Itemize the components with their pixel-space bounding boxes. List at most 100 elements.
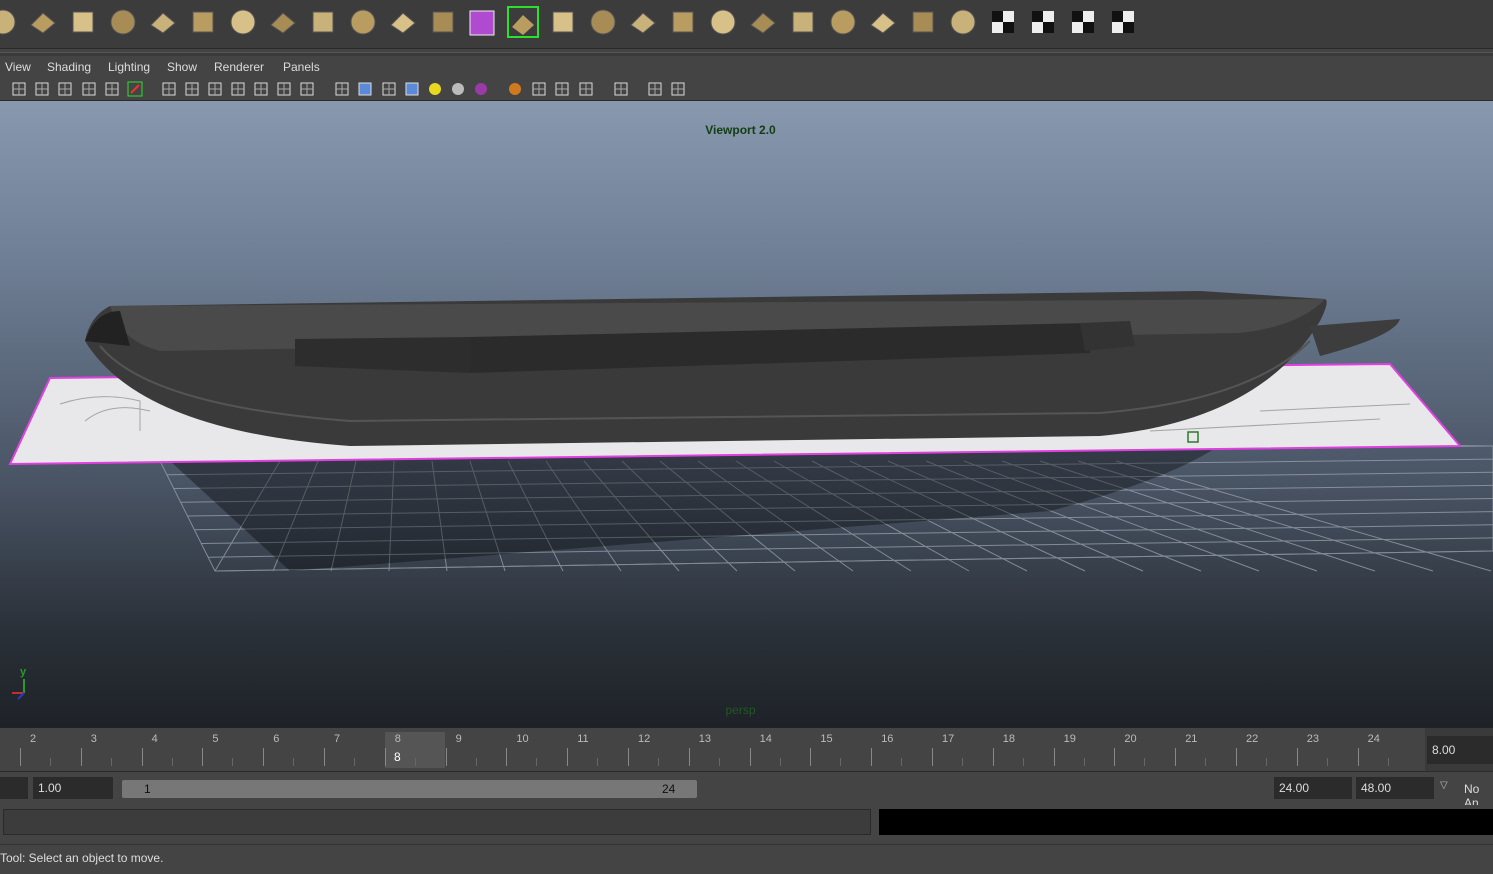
pipe-icon[interactable] xyxy=(266,5,300,39)
checker-sphere-icon[interactable] xyxy=(1066,5,1100,39)
grid-icon[interactable] xyxy=(160,80,178,98)
ruler-tick xyxy=(810,748,811,766)
cone-icon[interactable] xyxy=(106,5,140,39)
checker-uv-2-icon[interactable] xyxy=(986,5,1020,39)
smooth-shade-icon[interactable] xyxy=(356,80,374,98)
gate-mask-icon[interactable] xyxy=(229,80,247,98)
cube-icon[interactable] xyxy=(26,5,60,39)
xray-components-icon[interactable] xyxy=(669,80,687,98)
pyramid-icon[interactable] xyxy=(226,5,260,39)
all-lights-icon[interactable] xyxy=(426,80,444,98)
help-text: Tool: Select an object to move. xyxy=(0,851,163,865)
crease-icon[interactable] xyxy=(786,5,820,39)
time-ruler[interactable]: 823456789101112131415161718192021222324 xyxy=(0,728,1425,771)
depth-of-field-icon[interactable] xyxy=(553,80,571,98)
sphere-wire-icon-2[interactable] xyxy=(426,5,460,39)
2d-pan-icon[interactable] xyxy=(103,80,121,98)
camera-select-icon[interactable] xyxy=(10,80,28,98)
checker-texture-icon[interactable] xyxy=(1106,5,1140,39)
menu-view[interactable]: View xyxy=(5,60,31,74)
menu-renderer[interactable]: Renderer xyxy=(214,60,264,74)
menu-shading[interactable]: Shading xyxy=(47,60,91,74)
sphere-wire-icon[interactable] xyxy=(386,5,420,39)
isolate-select-icon[interactable] xyxy=(577,80,595,98)
sphere-icon[interactable] xyxy=(0,5,20,39)
axis-gizmo xyxy=(12,679,24,699)
plane-icon[interactable] xyxy=(146,5,180,39)
camera-label: persp xyxy=(0,703,1481,717)
range-slider[interactable]: 1 24 xyxy=(122,780,697,798)
wireframe-icon[interactable] xyxy=(333,80,351,98)
menu-panels[interactable]: Panels xyxy=(283,60,320,74)
sculpt-icon[interactable] xyxy=(906,5,940,39)
ruler-tick xyxy=(628,748,629,766)
menu-lighting[interactable]: Lighting xyxy=(108,60,150,74)
merge-icon[interactable] xyxy=(746,5,780,39)
axis-y-label: y xyxy=(20,666,26,678)
ruler-tick xyxy=(506,748,507,766)
end-time-field[interactable]: 24.00 xyxy=(1274,777,1352,799)
bridge-icon[interactable] xyxy=(346,5,380,39)
shelf xyxy=(0,0,1493,49)
selected-cube-icon[interactable] xyxy=(466,5,500,39)
ruler-minor-tick xyxy=(901,758,902,766)
bevel-icon[interactable] xyxy=(666,5,700,39)
scene-view[interactable] xyxy=(0,101,1493,727)
ruler-tick xyxy=(446,748,447,766)
cylinder-icon[interactable] xyxy=(66,5,100,39)
time-slider[interactable]: 823456789101112131415161718192021222324 … xyxy=(0,727,1493,771)
textured-icon[interactable] xyxy=(403,80,421,98)
viewport[interactable]: Viewport 2.0 persp y xyxy=(0,101,1493,727)
ruler-tick-label: 13 xyxy=(699,733,711,745)
film-gate-icon[interactable] xyxy=(183,80,201,98)
screen-space-ao-icon[interactable] xyxy=(472,80,490,98)
ruler-tick xyxy=(993,748,994,766)
shadows-icon[interactable] xyxy=(449,80,467,98)
bookmark-icon[interactable] xyxy=(56,80,74,98)
ruler-minor-tick xyxy=(293,758,294,766)
wireframe-on-shaded-icon[interactable] xyxy=(380,80,398,98)
bridge-face-icon[interactable] xyxy=(706,5,740,39)
insert-loop-icon[interactable] xyxy=(866,5,900,39)
checker-uv-icon[interactable] xyxy=(946,5,980,39)
field-chart-icon[interactable] xyxy=(252,80,270,98)
anim-end-field[interactable]: 48.00 xyxy=(1356,777,1434,799)
soccer-ball-icon[interactable] xyxy=(306,5,340,39)
range-slider-start: 1 xyxy=(144,782,151,796)
split-icon[interactable] xyxy=(626,5,660,39)
ruler-tick-label: 2 xyxy=(30,733,36,745)
extrude-icon[interactable] xyxy=(586,5,620,39)
torus-icon[interactable] xyxy=(186,5,220,39)
ruler-minor-tick xyxy=(536,758,537,766)
menu-show[interactable]: Show xyxy=(167,60,197,74)
ruler-tick-label: 7 xyxy=(334,733,340,745)
ruler-tick-label: 6 xyxy=(273,733,279,745)
cut-icon[interactable] xyxy=(826,5,860,39)
ruler-minor-tick xyxy=(1327,758,1328,766)
ruler-minor-tick xyxy=(1023,758,1024,766)
camera-attr-icon[interactable] xyxy=(33,80,51,98)
uv-tool-icon[interactable] xyxy=(506,5,540,39)
anim-start-field[interactable] xyxy=(0,777,28,799)
current-frame-field[interactable]: 8.00 xyxy=(1427,736,1493,764)
motion-blur-icon[interactable] xyxy=(506,80,524,98)
ruler-tick xyxy=(871,748,872,766)
safe-action-icon[interactable] xyxy=(275,80,293,98)
antialias-icon[interactable] xyxy=(530,80,548,98)
safe-title-icon[interactable] xyxy=(298,80,316,98)
chevron-down-icon[interactable]: ▽ xyxy=(1440,780,1448,791)
grease-pencil-icon[interactable] xyxy=(126,80,144,98)
ruler-tick-label: 21 xyxy=(1185,733,1197,745)
ruler-minor-tick xyxy=(354,758,355,766)
help-line: Tool: Select an object to move. xyxy=(0,844,1493,874)
panel-menubar: View Shading Lighting Show Renderer Pane… xyxy=(0,56,1493,78)
resolution-gate-icon[interactable] xyxy=(206,80,224,98)
start-time-field[interactable]: 1.00 xyxy=(33,777,113,799)
checker-uv-3-icon[interactable] xyxy=(1026,5,1060,39)
move-tool-icon[interactable] xyxy=(546,5,580,39)
ruler-tick xyxy=(20,748,21,766)
command-input[interactable] xyxy=(3,809,871,835)
xray-icon[interactable] xyxy=(612,80,630,98)
image-plane-icon[interactable] xyxy=(80,80,98,98)
xray-joints-icon[interactable] xyxy=(646,80,664,98)
